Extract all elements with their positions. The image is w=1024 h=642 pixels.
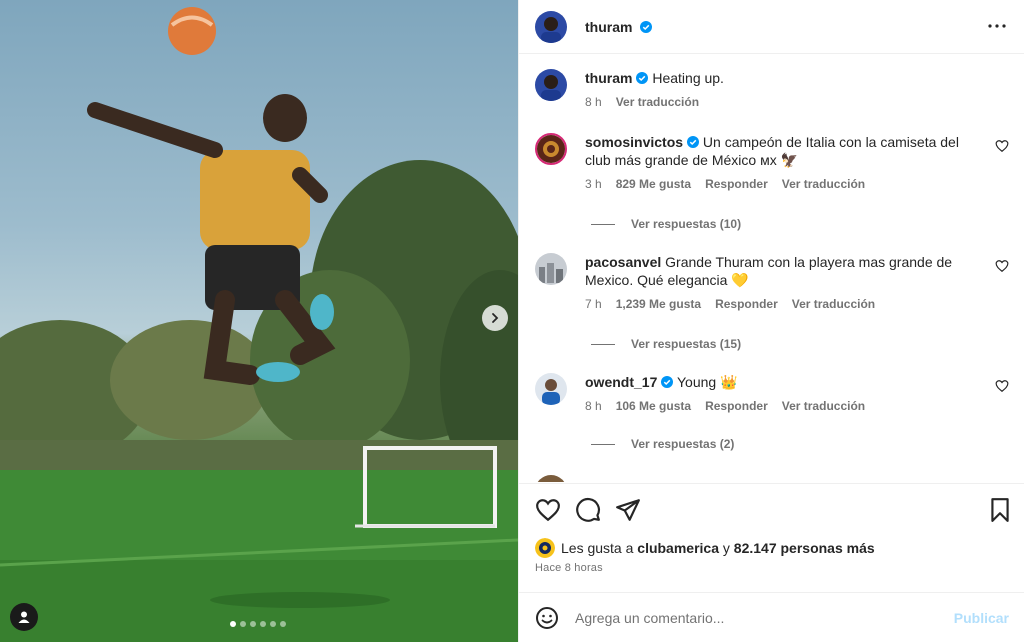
carousel-dot [270,621,276,627]
comment-age[interactable]: 8 h [585,397,602,415]
avatar[interactable] [535,475,567,482]
comments-list[interactable]: thuram Heating up. 8 h Ver traducción so… [519,55,1024,482]
heart-icon[interactable] [535,497,561,523]
liked-by-user[interactable]: clubamerica [637,540,719,556]
avatar[interactable] [535,253,567,285]
verified-badge-icon [640,20,653,33]
reply-button[interactable]: Responder [715,295,778,313]
comment-item: pacosanvel Grande Thuram con la playera … [535,253,1009,313]
like-comment-heart-icon[interactable] [995,259,1009,273]
tag-user-icon [18,611,30,623]
carousel-indicator [230,621,286,627]
post-author[interactable]: thuram [585,19,653,35]
see-translation-link[interactable]: Ver traducción [782,397,865,415]
caption-age[interactable]: 8 h [585,93,602,111]
chevron-right-icon [492,313,499,323]
see-translation-link[interactable]: Ver traducción [616,93,699,111]
comment-likes[interactable]: 829 Me gusta [616,175,691,193]
more-options-button[interactable] [985,14,1009,38]
avatar[interactable] [535,373,567,405]
verified-badge-icon [661,376,674,388]
comment-item: somosinvictos Un campeón de Italia con l… [535,133,1009,193]
add-comment-bar: Publicar [519,592,1024,642]
comment-text: Grande Thuram con la playera mas grande … [665,254,953,270]
avatar[interactable] [535,133,567,165]
comment-input[interactable] [575,609,935,626]
view-replies-button[interactable]: Ver respuestas (10) [591,217,741,231]
like-comment-heart-icon[interactable] [995,379,1009,393]
post-details-panel: thuram thuram Heating up. 8 h Ver traduc… [518,0,1024,642]
avatar[interactable] [535,10,567,43]
view-replies-label[interactable]: Ver respuestas (15) [631,337,741,351]
verified-badge-icon [636,72,649,84]
like-comment-heart-icon[interactable] [995,139,1009,153]
likes-count[interactable]: 82.147 personas más [734,540,875,556]
emoji-icon[interactable] [535,606,559,630]
comment-likes[interactable]: 1,239 Me gusta [616,295,701,313]
more-options-icon [988,24,1006,28]
view-replies-label[interactable]: Ver respuestas (2) [631,437,734,451]
publish-button[interactable]: Publicar [954,610,1009,626]
comment-text: Un campeón de Italia con la camiseta del [702,134,959,150]
post-media[interactable] [0,0,518,642]
post-viewer: thuram thuram Heating up. 8 h Ver traduc… [0,0,1024,642]
caption-author[interactable]: thuram [585,70,632,86]
comment-text: Young 👑 [677,374,738,390]
view-replies-button[interactable]: Ver respuestas (2) [591,437,734,451]
comment-text: Mexico. Qué elegancia 💛 [585,272,749,288]
save-icon[interactable] [987,497,1013,523]
next-media-button[interactable] [482,305,508,331]
see-translation-link[interactable]: Ver traducción [792,295,875,313]
carousel-dot [230,621,236,627]
comment-text: club más grande de México ᴍx 🦅 [585,152,799,168]
carousel-dot [280,621,286,627]
avatar[interactable] [535,538,555,558]
photo-soccer-player [0,7,518,642]
see-translation-link[interactable]: Ver traducción [782,175,865,193]
comment-author[interactable]: pacosanvel [585,254,661,270]
comment-likes[interactable]: 106 Me gusta [616,397,691,415]
post-timestamp[interactable]: Hace 8 horas [535,562,603,574]
author-username[interactable]: thuram [585,19,632,35]
reply-button[interactable]: Responder [705,397,768,415]
comment-icon[interactable] [575,497,601,523]
view-replies-label[interactable]: Ver respuestas (10) [631,217,741,231]
post-actions [519,483,1024,535]
comment-item: owendt_17 Young 👑 8 h 106 Me gusta Respo… [535,373,1009,415]
carousel-dot [260,621,266,627]
caption-text: Heating up. [652,70,724,86]
caption: thuram Heating up. 8 h Ver traducción [535,69,1009,111]
carousel-dot [240,621,246,627]
view-replies-button[interactable]: Ver respuestas (15) [591,337,741,351]
share-icon[interactable] [615,497,641,523]
carousel-dot [250,621,256,627]
verified-badge-icon [687,136,700,148]
comment-age[interactable]: 3 h [585,175,602,193]
comment-author[interactable]: somosinvictos [585,134,683,150]
avatar[interactable] [535,69,567,101]
tagged-users-button[interactable] [10,603,38,631]
likes-summary: Les gusta a clubamerica y 82.147 persona… [535,538,875,558]
post-header: thuram [519,0,1024,54]
reply-button[interactable]: Responder [705,175,768,193]
comment-age[interactable]: 7 h [585,295,602,313]
comment-author[interactable]: owendt_17 [585,374,657,390]
